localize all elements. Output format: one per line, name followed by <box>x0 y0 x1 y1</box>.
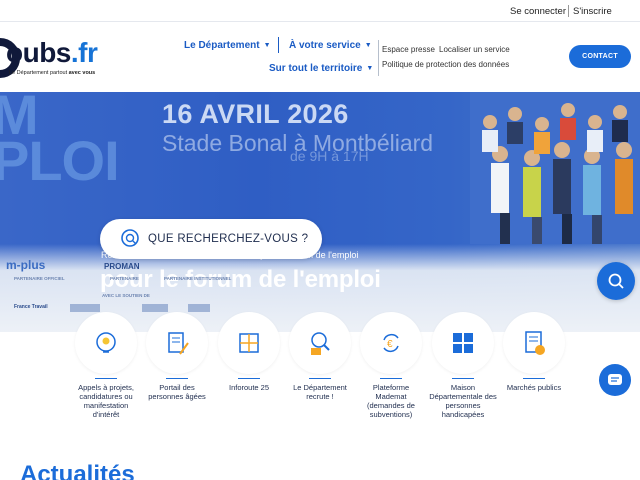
chevron-down-icon: ▼ <box>364 42 372 49</box>
nav-territoire[interactable]: Sur tout le territoire ▼ <box>269 63 373 74</box>
contact-button[interactable]: CONTACT <box>569 45 631 68</box>
quicklink-mdph[interactable]: Maison Départementale des personnes hand… <box>429 312 497 419</box>
search-icon <box>608 273 624 289</box>
top-utility-bar: Se connecter S'inscrire <box>0 0 640 22</box>
quick-links: Appels à projets, candidatures ou manife… <box>0 312 640 432</box>
quicklink-mademat[interactable]: € Plateforme Mademat (demandes de subven… <box>357 312 425 419</box>
quicklink-label: Inforoute 25 <box>228 383 270 392</box>
quicklink-marches-publics[interactable]: Marchés publics <box>500 312 568 392</box>
chevron-down-icon: ▼ <box>263 42 271 49</box>
hero-event-date: 16 AVRIL 2026 <box>162 99 349 129</box>
chevron-down-icon: ▼ <box>366 65 374 72</box>
search-icon <box>121 229 139 247</box>
hero-title: pour le forum de l'emploi <box>100 266 381 293</box>
quicklink-divider <box>380 378 402 379</box>
hero-event-hours: de 9H à 17H <box>290 148 369 164</box>
lightbulb-head-icon <box>96 332 116 353</box>
logo-tagline: Le Département partout avec vous <box>9 70 96 76</box>
document-pen-icon <box>168 332 189 355</box>
nav-departement[interactable]: Le Département ▼ <box>184 40 271 51</box>
login-link[interactable]: Se connecter <box>510 6 566 17</box>
espace-presse-link[interactable]: Espace presse <box>382 45 435 54</box>
partner-proman-logo: PROMAN <box>104 262 140 271</box>
quicklink-appels-projets[interactable]: Appels à projets, candidatures ou manife… <box>72 312 140 419</box>
crowd-illustration <box>470 92 640 244</box>
euro-cycle-icon: € <box>383 334 399 352</box>
chat-button[interactable] <box>599 364 631 396</box>
quicklink-label: Marchés publics <box>506 383 562 392</box>
hero-banner: M PLOI 16 AVRIL 2026 Stade Bonal à Montbé… <box>0 92 640 332</box>
road-map-icon <box>239 333 259 353</box>
nav-service[interactable]: À votre service ▼ <box>289 40 372 51</box>
chat-icon <box>608 374 622 385</box>
quicklink-divider <box>166 378 188 379</box>
quicklink-label: Le Département recrute ! <box>293 383 347 401</box>
quicklink-divider <box>452 378 474 379</box>
partner-institutional-caption: PARTENAIRE INSTITUTIONNEL <box>164 276 232 281</box>
hero-art-text: M PLOI <box>0 92 120 192</box>
quicklink-recrute[interactable]: Le Département recrute ! <box>286 312 354 401</box>
quicklink-label: Appels à projets, candidatures ou manife… <box>78 383 134 419</box>
contract-euro-icon <box>525 331 545 355</box>
actualites-heading: Actualités <box>20 461 135 480</box>
partner-official-caption: PARTENAIRE OFFICIEL <box>14 276 65 281</box>
recruitment-search-icon <box>311 332 330 355</box>
quicklink-divider <box>309 378 331 379</box>
register-link[interactable]: S'inscrire <box>573 6 612 17</box>
quicklink-inforoute[interactable]: Inforoute 25 <box>215 312 283 392</box>
partner-mplus-logo: m-plus <box>6 258 46 272</box>
accessibility-icon <box>453 333 473 353</box>
quicklink-divider <box>523 378 545 379</box>
logo-wordmark: oubs.fr <box>6 37 98 68</box>
support-caption: AVEC LE SOUTIEN DE <box>102 293 150 298</box>
search-label: QUE RECHERCHEZ-VOUS ? <box>148 233 309 245</box>
partner-caption: PARTENAIRE <box>110 276 139 281</box>
localiser-service-link[interactable]: Localiser un service <box>439 45 510 54</box>
doubs-logo[interactable]: oubs.fr Le Département partout avec vous <box>0 36 116 82</box>
quicklink-divider <box>95 378 117 379</box>
privacy-policy-link[interactable]: Politique de protection des données <box>382 60 509 69</box>
topbar-divider <box>568 5 569 17</box>
quicklink-personnes-agees[interactable]: Portail des personnes âgées <box>143 312 211 401</box>
site-header: oubs.fr Le Département partout avec vous… <box>0 22 640 92</box>
quicklink-divider <box>238 378 260 379</box>
nav-divider <box>278 37 279 53</box>
quicklink-label: Plateforme Mademat (demandes de subventi… <box>367 383 415 419</box>
svg-text:€: € <box>387 339 393 350</box>
partner-francetravail-logo: France Travail <box>14 304 48 310</box>
quicklink-label: Portail des personnes âgées <box>148 383 206 401</box>
floating-search-button[interactable] <box>597 262 635 300</box>
quicklink-label: Maison Départementale des personnes hand… <box>429 383 497 419</box>
utility-divider <box>378 40 379 76</box>
search-button[interactable]: QUE RECHERCHEZ-VOUS ? <box>100 219 322 259</box>
